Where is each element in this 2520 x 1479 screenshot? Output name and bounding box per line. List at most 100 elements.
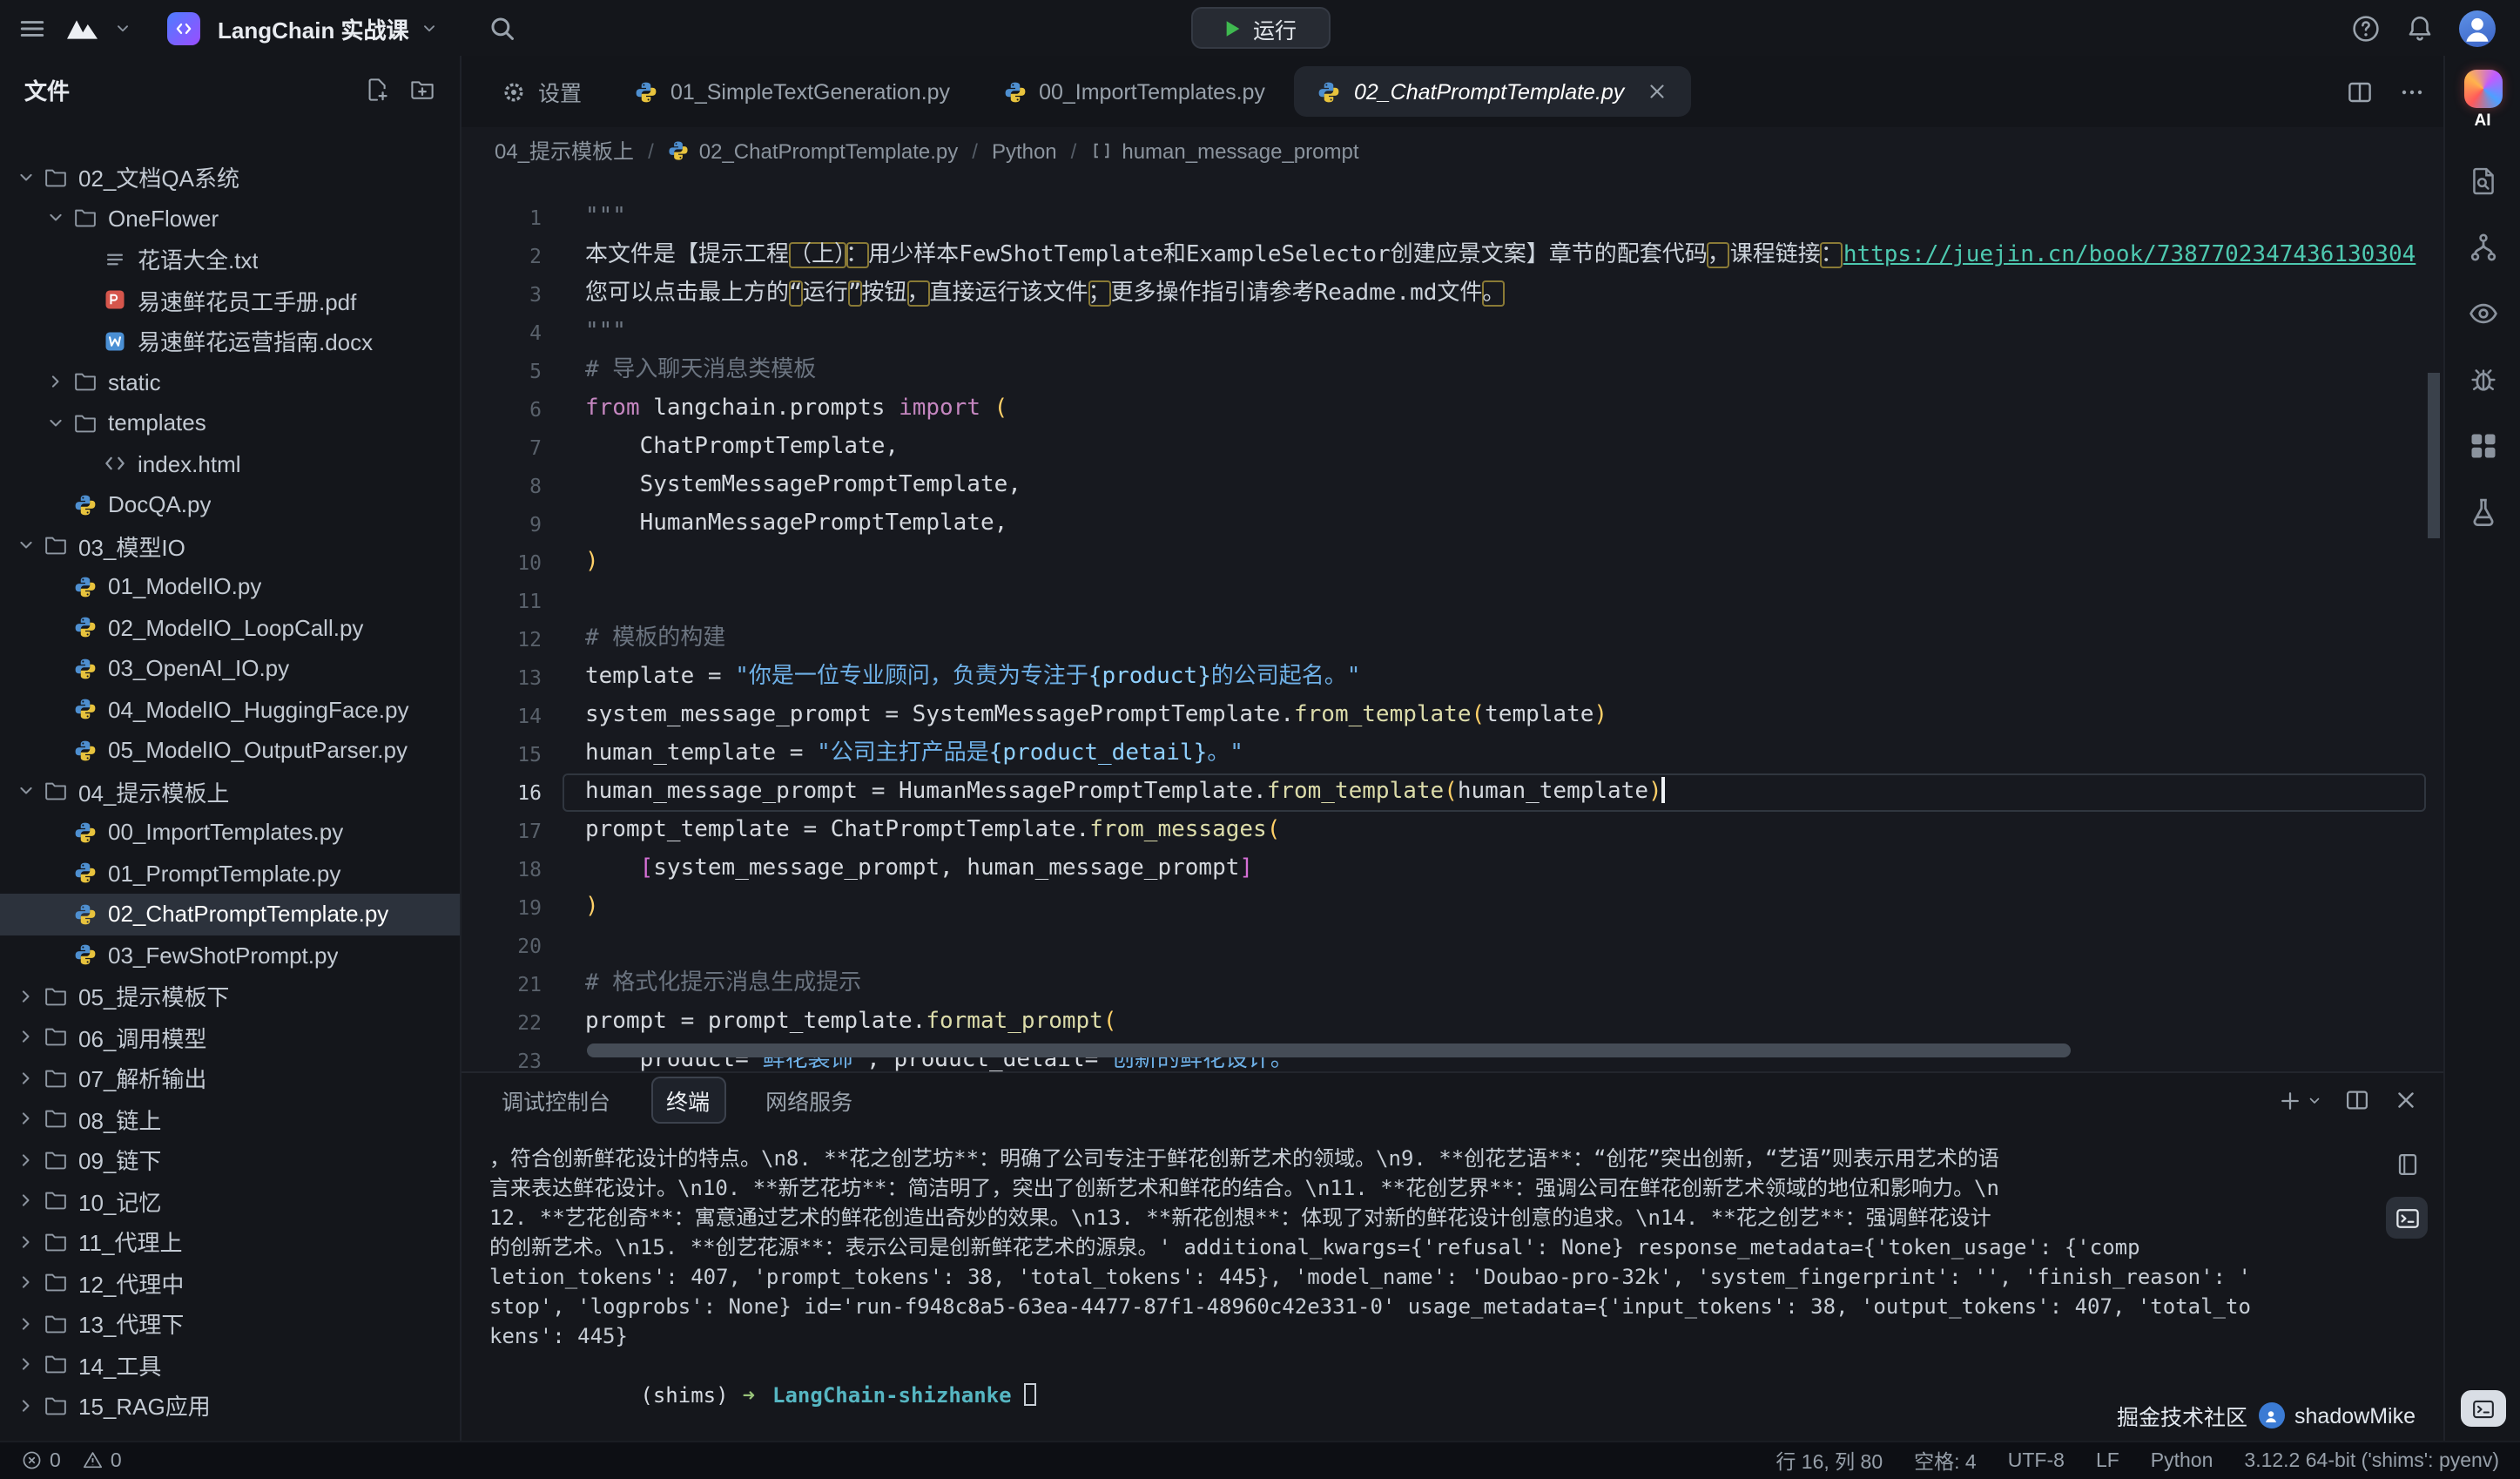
- code-line[interactable]: 15human_template = "公司主打产品是{product_deta…: [462, 735, 2443, 773]
- new-terminal-button[interactable]: [2278, 1088, 2321, 1112]
- status-item[interactable]: 行 16, 列 80: [1775, 1447, 1883, 1475]
- editor-tab[interactable]: 02_ChatPromptTemplate.py: [1295, 66, 1690, 117]
- vertical-scrollbar[interactable]: [2428, 373, 2440, 538]
- file-search-icon[interactable]: [2467, 165, 2498, 197]
- tree-item[interactable]: 06_调用模型: [0, 1016, 460, 1057]
- split-panel-icon[interactable]: [2344, 1087, 2370, 1113]
- more-actions-icon[interactable]: [2398, 78, 2426, 105]
- help-icon[interactable]: [2351, 13, 2381, 43]
- output-notebook-icon[interactable]: [2386, 1143, 2428, 1185]
- code-line[interactable]: 10): [462, 544, 2443, 582]
- code-line[interactable]: 3您可以点击最上方的“运行”按钮，直接运行该文件；更多操作指引请参考Readme…: [462, 275, 2443, 314]
- tree-item[interactable]: 05_提示模板下: [0, 976, 460, 1016]
- code-line[interactable]: 9 HumanMessagePromptTemplate,: [462, 505, 2443, 544]
- code-line[interactable]: 6from langchain.prompts import (: [462, 390, 2443, 429]
- tree-item[interactable]: 01_ModelIO.py: [0, 566, 460, 607]
- breadcrumb-item[interactable]: 04_提示模板上: [495, 136, 634, 165]
- new-folder-icon[interactable]: [409, 76, 435, 102]
- tree-item[interactable]: 02_ChatPromptTemplate.py: [0, 894, 460, 935]
- code-line[interactable]: 14system_message_prompt = SystemMessageP…: [462, 697, 2443, 735]
- tree-item[interactable]: index.html: [0, 443, 460, 484]
- editor-tab[interactable]: 01_SimpleTextGeneration.py: [611, 66, 973, 117]
- search-icon[interactable]: [488, 13, 517, 43]
- chevron-down-icon[interactable]: [115, 20, 131, 36]
- tree-item[interactable]: DocQA.py: [0, 484, 460, 525]
- bug-icon[interactable]: [2467, 364, 2498, 395]
- tree-item[interactable]: 13_代理下: [0, 1303, 460, 1344]
- tree-item[interactable]: 05_ModelIO_OutputParser.py: [0, 730, 460, 771]
- flask-icon[interactable]: [2467, 496, 2498, 528]
- code-line[interactable]: 21# 格式化提示消息生成提示: [462, 965, 2443, 1003]
- code-line[interactable]: 17prompt_template = ChatPromptTemplate.f…: [462, 812, 2443, 850]
- terminal-launcher-icon[interactable]: [2460, 1390, 2505, 1427]
- tree-item[interactable]: 14_工具: [0, 1344, 460, 1385]
- code-area[interactable]: 1"""2本文件是【提示工程（上）：用少样本FewShotTemplate和Ex…: [462, 174, 2443, 1071]
- tree-item[interactable]: templates: [0, 402, 460, 443]
- menu-icon[interactable]: [17, 13, 47, 43]
- editor-tab[interactable]: 设置: [479, 66, 604, 117]
- tree-item[interactable]: static: [0, 361, 460, 402]
- breadcrumb-item[interactable]: 02_ChatPromptTemplate.py: [668, 138, 959, 163]
- grid-icon[interactable]: [2467, 430, 2498, 462]
- close-icon[interactable]: [1645, 80, 1668, 103]
- code-line[interactable]: 7 ChatPromptTemplate,: [462, 429, 2443, 467]
- tree-item[interactable]: 01_PromptTemplate.py: [0, 853, 460, 894]
- tree-item[interactable]: 02_文档QA系统: [0, 157, 460, 198]
- tree-item[interactable]: 00_ImportTemplates.py: [0, 812, 460, 853]
- split-editor-icon[interactable]: [2346, 78, 2374, 105]
- panel-tab[interactable]: 网络服务: [750, 1077, 868, 1124]
- app-logo-icon[interactable]: [64, 15, 103, 41]
- status-item[interactable]: LF: [2096, 1450, 2119, 1471]
- tree-item[interactable]: 12_代理中: [0, 1262, 460, 1303]
- code-line[interactable]: 5# 导入聊天消息类模板: [462, 352, 2443, 390]
- warning-indicator[interactable]: 0: [82, 1450, 122, 1472]
- workspace-icon[interactable]: [167, 11, 200, 44]
- tree-item[interactable]: 10_记忆: [0, 1180, 460, 1221]
- tree-item[interactable]: 11_代理上: [0, 1221, 460, 1262]
- ai-assistant-button[interactable]: AI: [2463, 70, 2502, 131]
- tree-item[interactable]: 易速鲜花运营指南.docx: [0, 321, 460, 361]
- code-line[interactable]: 22prompt = prompt_template.format_prompt…: [462, 1003, 2443, 1042]
- code-line[interactable]: 16human_message_prompt = HumanMessagePro…: [462, 773, 2443, 812]
- tree-item[interactable]: 03_OpenAI_IO.py: [0, 648, 460, 689]
- workspace-name[interactable]: LangChain 实战课: [218, 11, 409, 44]
- code-line[interactable]: 12# 模板的构建: [462, 620, 2443, 658]
- tree-item[interactable]: 04_ModelIO_HuggingFace.py: [0, 689, 460, 730]
- error-indicator[interactable]: 0: [21, 1450, 61, 1472]
- tree-item[interactable]: 03_模型IO: [0, 525, 460, 566]
- code-line[interactable]: 1""": [462, 199, 2443, 237]
- tree-item[interactable]: 02_ModelIO_LoopCall.py: [0, 607, 460, 648]
- tree-item[interactable]: 04_提示模板上: [0, 771, 460, 812]
- status-item[interactable]: UTF-8: [2008, 1450, 2065, 1471]
- new-file-icon[interactable]: [364, 76, 390, 102]
- tree-item[interactable]: 易速鲜花员工手册.pdf: [0, 280, 460, 321]
- tree-item[interactable]: 花语大全.txt: [0, 239, 460, 280]
- git-fork-icon[interactable]: [2467, 232, 2498, 263]
- code-line[interactable]: 20: [462, 927, 2443, 965]
- tree-item[interactable]: 09_链下: [0, 1139, 460, 1180]
- terminal-prompt[interactable]: (shims)➜LangChain-shizhanke: [489, 1352, 2374, 1441]
- terminal[interactable]: ，符合创新鲜花设计的特点。\n8. **花之创艺坊**：明确了公司专注于鲜花创新…: [462, 1127, 2443, 1441]
- code-line[interactable]: 2本文件是【提示工程（上）：用少样本FewShotTemplate和Exampl…: [462, 237, 2443, 275]
- chevron-down-icon[interactable]: [421, 20, 437, 36]
- code-line[interactable]: 18 [system_message_prompt, human_message…: [462, 850, 2443, 888]
- breadcrumb-item[interactable]: Python: [992, 138, 1057, 163]
- tree-item[interactable]: OneFlower: [0, 198, 460, 239]
- avatar[interactable]: [2459, 10, 2496, 46]
- code-line[interactable]: 19): [462, 888, 2443, 927]
- code-line[interactable]: 13template = "你是一位专业顾问，负责为专注于{product}的公…: [462, 658, 2443, 697]
- tree-item[interactable]: 03_FewShotPrompt.py: [0, 935, 460, 976]
- breadcrumb-item[interactable]: human_message_prompt: [1090, 138, 1358, 163]
- code-line[interactable]: 4""": [462, 314, 2443, 352]
- code-line[interactable]: 8 SystemMessagePromptTemplate,: [462, 467, 2443, 505]
- close-panel-icon[interactable]: [2393, 1087, 2419, 1113]
- status-item[interactable]: Python: [2151, 1450, 2213, 1471]
- terminal-list-icon[interactable]: [2386, 1197, 2428, 1239]
- bell-icon[interactable]: [2405, 13, 2435, 43]
- horizontal-scrollbar[interactable]: [587, 1043, 2071, 1057]
- panel-tab[interactable]: 终端: [650, 1077, 725, 1124]
- run-button[interactable]: 运行: [1190, 7, 1330, 49]
- tree-item[interactable]: 07_解析输出: [0, 1057, 460, 1098]
- tree-item[interactable]: 08_链上: [0, 1098, 460, 1139]
- status-item[interactable]: 空格: 4: [1914, 1447, 1977, 1475]
